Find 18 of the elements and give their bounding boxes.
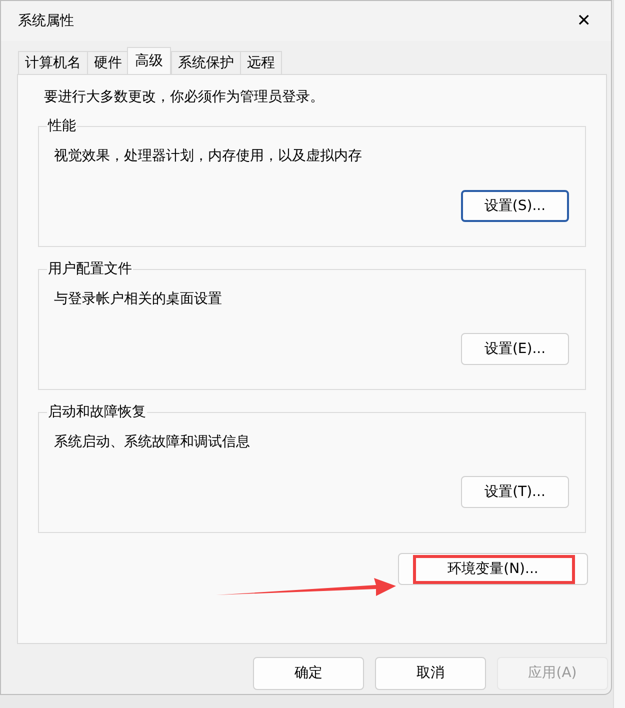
admin-notice: 要进行大多数更改，你必须作为管理员登录。 — [44, 88, 325, 107]
group-title: 性能 — [47, 117, 77, 135]
settings-button[interactable]: 设置(E)... — [461, 333, 569, 365]
window-title: 系统属性 — [18, 12, 74, 30]
group-title: 用户配置文件 — [47, 260, 133, 278]
close-button[interactable]: ✕ — [570, 12, 597, 30]
tab[interactable]: 高级 — [127, 47, 171, 74]
group-description: 系统启动、系统故障和调试信息 — [54, 433, 251, 452]
group-description: 视觉效果，处理器计划，内存使用，以及虚拟内存 — [54, 147, 363, 166]
group-title: 启动和故障恢复 — [47, 403, 147, 421]
tab[interactable]: 计算机名 — [18, 51, 88, 74]
tab[interactable]: 远程 — [240, 51, 282, 74]
dialog-button[interactable]: 取消 — [375, 657, 486, 690]
dialog-button[interactable]: 确定 — [253, 657, 364, 690]
tab[interactable]: 系统保护 — [171, 51, 241, 74]
group-description: 与登录帐户相关的桌面设置 — [54, 290, 223, 309]
settings-button[interactable]: 设置(T)... — [461, 476, 569, 508]
settings-button[interactable]: 设置(S)... — [461, 190, 569, 222]
